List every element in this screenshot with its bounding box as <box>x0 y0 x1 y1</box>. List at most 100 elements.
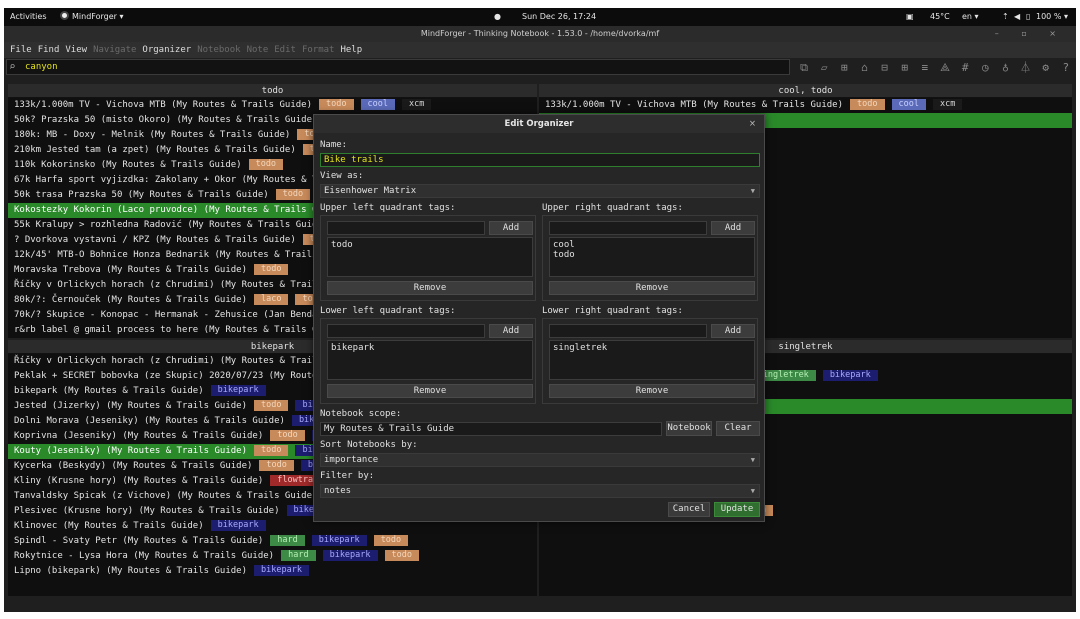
sort-label: Sort Notebooks by: <box>320 440 418 450</box>
list-item[interactable]: Spindl - Svaty Petr (My Routes & Trails … <box>8 534 537 549</box>
item-title: Kouty (Jeseniky) (My Routes & Trails Gui… <box>14 446 247 456</box>
window-titlebar[interactable]: MindForger - Thinking Notebook - 1.53.0 … <box>4 26 1076 42</box>
tag-list[interactable]: bikepark <box>327 340 533 380</box>
battery-icon[interactable]: ▯ <box>1026 8 1030 26</box>
notification-dot-icon[interactable]: ● <box>494 8 501 26</box>
clear-button[interactable]: Clear <box>716 421 760 436</box>
menu-file[interactable]: File <box>10 45 32 55</box>
menu-edit[interactable]: Edit <box>274 45 296 55</box>
item-title: 180k: MB - Doxy - Melnik (My Routes & Tr… <box>14 130 291 140</box>
app-menu-button[interactable]: MindForger ▾ <box>60 8 123 26</box>
keyboard-icon[interactable]: ▣ <box>906 8 914 26</box>
tag-input[interactable] <box>549 324 707 338</box>
item-title: Koprivna (Jeseniky) (My Routes & Trails … <box>14 431 264 441</box>
remove-button[interactable]: Remove <box>549 281 755 295</box>
cancel-button[interactable]: Cancel <box>668 502 710 517</box>
clock-icon[interactable]: ◷ <box>977 60 993 76</box>
menu-navigate[interactable]: Navigate <box>93 45 136 55</box>
view-select[interactable]: Eisenhower Matrix ▼ <box>320 184 760 198</box>
menu-note[interactable]: Note <box>247 45 269 55</box>
close-icon[interactable]: × <box>749 115 756 133</box>
clock[interactable]: Sun Dec 26, 17:24 <box>522 8 596 26</box>
sort-select[interactable]: importance ▼ <box>320 453 760 467</box>
window-controls[interactable]: – ▫ × <box>995 26 1066 42</box>
dialog-titlebar: Edit Organizer × <box>314 115 764 133</box>
tag-badge: todo <box>319 99 354 110</box>
outline-view-icon[interactable]: ⊟ <box>877 60 893 76</box>
filter-label: Filter by: <box>320 471 375 481</box>
item-title: Lipno (bikepark) (My Routes & Trails Gui… <box>14 566 247 576</box>
item-title: 210km Jested tam (a zpet) (My Routes & T… <box>14 145 296 155</box>
remove-button[interactable]: Remove <box>327 281 533 295</box>
scope-field[interactable]: My Routes & Trails Guide <box>320 422 662 436</box>
lower-right-quadrant-group: Lower right quadrant tags: Add singletre… <box>542 305 758 404</box>
name-label: Name: <box>320 140 348 150</box>
list-item[interactable]: 133k/1.000m TV - Vichova MTB (My Routes … <box>8 98 537 113</box>
lightbulb-icon[interactable]: ♁ <box>997 60 1013 76</box>
item-title: Rokytnice - Lysa Hora (My Routes & Trail… <box>14 551 275 561</box>
tag-badge: xcm <box>401 99 432 110</box>
quadrant-frame: Add bikepark Remove <box>320 318 536 404</box>
home-icon[interactable]: ⌂ <box>856 60 872 76</box>
menu-bar: File Find View Navigate Organizer Notebook Not… <box>4 42 1076 58</box>
add-button[interactable]: Add <box>711 221 755 235</box>
item-title: Klinovec (My Routes & Trails Guide) <box>14 521 204 531</box>
quadrant-label: Lower left quadrant tags: <box>320 306 456 316</box>
graph-icon[interactable]: ⟁ <box>937 60 953 76</box>
wifi-icon[interactable]: ⇡ <box>1002 8 1009 26</box>
list-view-icon[interactable]: ≡ <box>917 60 933 76</box>
volume-icon[interactable]: ◀ <box>1014 8 1020 26</box>
list-item[interactable]: Lipno (bikepark) (My Routes & Trails Gui… <box>8 564 537 579</box>
pane-title: todo <box>8 84 537 98</box>
tag-list[interactable]: singletrek <box>549 340 755 380</box>
tag-list[interactable]: cool todo <box>549 237 755 277</box>
remove-button[interactable]: Remove <box>327 384 533 398</box>
filter-select[interactable]: notes ▼ <box>320 484 760 498</box>
chevron-down-icon: ▼ <box>750 187 755 195</box>
system-status[interactable]: 100 % ▾ <box>1036 8 1068 26</box>
tag-input[interactable] <box>549 221 707 235</box>
app-menu-label: MindForger ▾ <box>72 12 124 21</box>
quadrant-label: Upper right quadrant tags: <box>542 203 683 213</box>
scope-value: My Routes & Trails Guide <box>324 424 455 434</box>
menu-organizer[interactable]: Organizer <box>142 45 191 55</box>
item-title: Dolni Morava (Jeseniky) (My Routes & Tra… <box>14 416 285 426</box>
help-icon[interactable]: ? <box>1058 60 1074 76</box>
add-button[interactable]: Add <box>489 324 533 338</box>
item-title: Moravska Trebova (My Routes & Trails Gui… <box>14 265 247 275</box>
item-title: 80k/?: Černouček (My Routes & Trails Gui… <box>14 295 247 305</box>
item-title: Říčky v Orlickych horach (z Chrudimi) (M… <box>14 280 340 290</box>
menu-find[interactable]: Find <box>38 45 60 55</box>
add-button[interactable]: Add <box>711 324 755 338</box>
open-notebook-icon[interactable]: ▱ <box>816 60 832 76</box>
tag-list[interactable]: todo <box>327 237 533 277</box>
tag-cloud-icon[interactable]: ⊞ <box>836 60 852 76</box>
menu-notebook[interactable]: Notebook <box>197 45 240 55</box>
item-title: 70k/? Skupice - Konopac - Hermanak - Zeh… <box>14 310 340 320</box>
item-title: r&rb label @ gmail process to here (My R… <box>14 325 334 335</box>
list-item[interactable]: Rokytnice - Lysa Hora (My Routes & Trail… <box>8 549 537 564</box>
menu-view[interactable]: View <box>65 45 87 55</box>
menu-help[interactable]: Help <box>340 45 362 55</box>
list-item[interactable]: 133k/1.000m TV - Vichova MTB (My Routes … <box>539 98 1072 113</box>
new-notebook-icon[interactable]: ⧉ <box>796 60 812 76</box>
tag-input[interactable] <box>327 221 485 235</box>
filter-icon[interactable]: ⏃ <box>1018 60 1034 76</box>
settings-icon[interactable]: ⚙ <box>1038 60 1054 76</box>
grid-view-icon[interactable]: ⊞ <box>897 60 913 76</box>
item-title: 133k/1.000m TV - Vichova MTB (My Routes … <box>14 100 313 110</box>
remove-button[interactable]: Remove <box>549 384 755 398</box>
tag-input[interactable] <box>327 324 485 338</box>
menu-format[interactable]: Format <box>302 45 335 55</box>
filter-value: notes <box>324 486 352 496</box>
language-selector[interactable]: en ▾ <box>962 8 979 26</box>
add-button[interactable]: Add <box>489 221 533 235</box>
hash-icon[interactable]: # <box>957 60 973 76</box>
search-input[interactable]: canyon <box>6 59 790 75</box>
notebook-button[interactable]: Notebook <box>666 421 712 436</box>
item-title: 67k Harfa sport vyjizdka: Zakolany + Oko… <box>14 175 340 185</box>
name-field[interactable]: Bike trails <box>320 153 760 167</box>
temperature[interactable]: 45°C <box>930 8 950 26</box>
activities-button[interactable]: Activities <box>10 8 47 26</box>
update-button[interactable]: Update <box>714 502 760 517</box>
